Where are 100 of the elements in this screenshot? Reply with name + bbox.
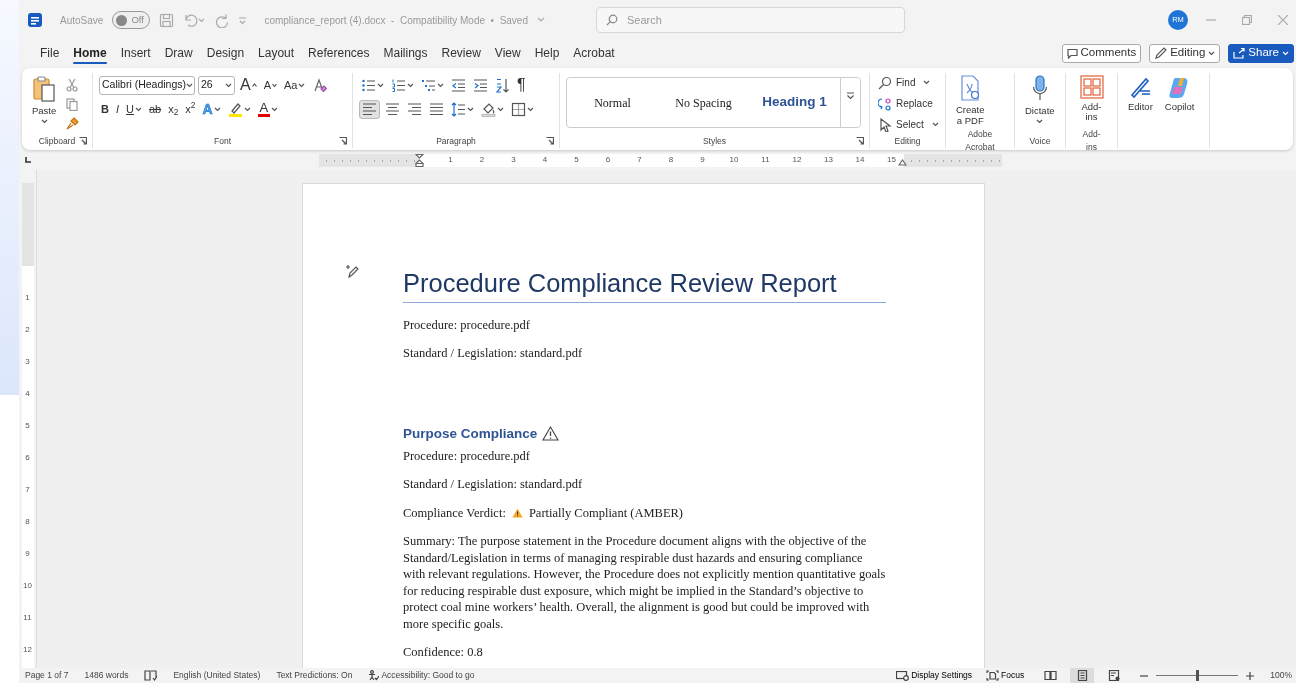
font-size-field[interactable]: 26 xyxy=(198,75,235,95)
replace-icon xyxy=(878,96,892,111)
create-pdf-button[interactable]: Create a PDF xyxy=(952,73,989,129)
sort-button[interactable] xyxy=(493,76,512,94)
editing-replace-button[interactable]: Replace xyxy=(876,94,941,113)
show-marks-button[interactable]: ¶ xyxy=(515,76,528,94)
menu-tab[interactable]: Draw xyxy=(157,40,200,66)
subscript-button[interactable]: x$_{2}$ xyxy=(166,102,181,116)
redo-icon xyxy=(214,12,230,28)
scissors-icon xyxy=(66,78,79,92)
comments-button[interactable]: Comments xyxy=(1061,43,1142,63)
font-name-field[interactable]: Calibri (Headings) xyxy=(99,75,195,95)
justify-button[interactable] xyxy=(427,100,446,118)
borders-button[interactable] xyxy=(509,100,536,118)
zoom-in-icon[interactable] xyxy=(1246,671,1255,680)
proofing-book-icon[interactable] xyxy=(144,670,158,681)
text-predictions-status[interactable]: Text Predictions: On xyxy=(276,669,353,682)
ruler-number: 5 xyxy=(574,156,579,164)
web-layout-icon xyxy=(1107,670,1121,681)
search-field[interactable]: Search xyxy=(596,7,905,33)
menu-tab[interactable]: Layout xyxy=(251,40,302,66)
menu-tab[interactable]: Review xyxy=(434,40,488,66)
ruler-number: 8 xyxy=(25,518,30,526)
ruler-number: 7 xyxy=(25,486,30,494)
dialog-launcher-icon[interactable] xyxy=(856,137,864,145)
editing-select-button[interactable]: Select xyxy=(876,115,941,134)
copilot-button[interactable]: Copilot xyxy=(1160,73,1199,114)
display-settings-button[interactable]: Display Settings xyxy=(896,669,973,682)
zoom-level[interactable]: 100% xyxy=(1270,669,1292,682)
increase-indent-button[interactable] xyxy=(471,76,490,94)
focus-button[interactable]: Focus xyxy=(986,669,1025,682)
menu-tab[interactable]: Home xyxy=(66,40,114,66)
word-app-icon xyxy=(27,12,43,28)
style-option[interactable]: No Spacing xyxy=(658,78,749,127)
dialog-launcher-icon[interactable] xyxy=(79,137,87,145)
word-count[interactable]: 1486 words xyxy=(84,669,129,682)
ruler-number: 11 xyxy=(761,156,770,164)
increase-indent-icon xyxy=(473,77,488,93)
menu-tab[interactable]: Insert xyxy=(113,40,158,66)
paste-button[interactable]: Paste xyxy=(28,73,61,126)
share-button[interactable]: Share xyxy=(1228,43,1294,63)
caret-icon xyxy=(225,82,232,88)
underline-button[interactable]: U xyxy=(124,102,144,116)
shrink-font-button[interactable]: A xyxy=(261,78,279,92)
ruler-number: 12 xyxy=(23,646,32,654)
page-count[interactable]: Page 1 of 7 xyxy=(25,669,69,682)
bold-button[interactable]: B xyxy=(99,102,111,116)
group-label: Voice xyxy=(1029,134,1051,148)
menu-tab[interactable]: File xyxy=(33,40,67,66)
style-option[interactable]: Heading 1 xyxy=(749,78,840,127)
indent-marker-icon[interactable] xyxy=(898,158,907,167)
zoom-slider-thumb[interactable] xyxy=(1195,670,1199,681)
superscript-button[interactable]: x$^{2}$ xyxy=(183,102,198,116)
change-case-button[interactable]: Aa xyxy=(282,78,308,92)
document-paragraph: Summary: The purpose statement in the Procedure document aligns with the objective of the Standard/Legislation in terms of managing respirable dust hazards and ensuring compliance with relevant regulations. However, the Procedure does not explicitly mention quantitative goals for reducing respirable dust exposure, which might be implied in the Standard’s objective to protect coal mine workers’ health. Overall, the alignment is good but could be improved with more specific goals. xyxy=(403,533,886,633)
print-layout-view-button[interactable] xyxy=(1070,668,1095,683)
document-paragraph: Standard / Legislation: standard.pdf xyxy=(403,476,584,493)
ruler-number: 11 xyxy=(23,614,32,622)
menu-tab[interactable]: Help xyxy=(527,40,567,66)
align-right-button[interactable] xyxy=(405,100,424,118)
add-ins-button[interactable]: Add-ins xyxy=(1072,73,1111,123)
decrease-indent-button[interactable] xyxy=(449,76,468,94)
caret-icon xyxy=(377,82,384,88)
menu-tab[interactable]: Mailings xyxy=(376,40,435,66)
menu-tab[interactable]: Acrobat xyxy=(566,40,622,66)
dialog-launcher-icon[interactable] xyxy=(339,137,347,145)
align-left-button[interactable] xyxy=(359,99,380,119)
group-label: Styles xyxy=(701,134,728,148)
restore-icon xyxy=(1242,15,1252,25)
align-left-icon xyxy=(362,101,377,117)
ruler-number: 4 xyxy=(25,390,30,398)
style-option[interactable]: Normal xyxy=(567,78,658,127)
group-label: Editing xyxy=(893,134,922,148)
dialog-launcher-icon[interactable] xyxy=(546,137,554,145)
strikethrough-button[interactable]: ab xyxy=(146,102,164,116)
justify-icon xyxy=(429,101,444,117)
menu-tab[interactable]: Design xyxy=(199,40,252,66)
editing-find-button[interactable]: Find xyxy=(876,73,941,92)
language-status[interactable]: English (United States) xyxy=(173,669,261,682)
line-spacing-button[interactable] xyxy=(449,100,476,118)
ruler-number: 3 xyxy=(25,358,30,366)
caret-icon xyxy=(537,17,545,23)
ruler-number: 8 xyxy=(668,156,674,164)
indent-marker-icon[interactable] xyxy=(415,153,424,167)
editor-button[interactable]: Editor xyxy=(1124,73,1157,114)
menu-tab[interactable]: View xyxy=(487,40,528,66)
italic-button[interactable]: I xyxy=(113,102,121,116)
tab-stop-icon xyxy=(23,156,32,164)
accessibility-icon xyxy=(368,670,380,681)
sparkle-pen-icon[interactable] xyxy=(345,264,359,278)
ruler-number: 6 xyxy=(605,156,611,164)
grow-font-button[interactable]: A xyxy=(238,76,259,94)
dictate-button[interactable]: Dictate xyxy=(1021,73,1059,126)
ruler-number: 15 xyxy=(887,156,896,164)
warning-icon xyxy=(511,508,523,519)
font-color-button[interactable]: A xyxy=(255,100,281,118)
align-center-button[interactable] xyxy=(383,100,402,118)
menu-tab[interactable]: References xyxy=(301,40,377,66)
editing-mode-button[interactable]: Editing xyxy=(1149,43,1221,63)
accessibility-status[interactable]: Accessibility: Good to go xyxy=(381,669,475,682)
